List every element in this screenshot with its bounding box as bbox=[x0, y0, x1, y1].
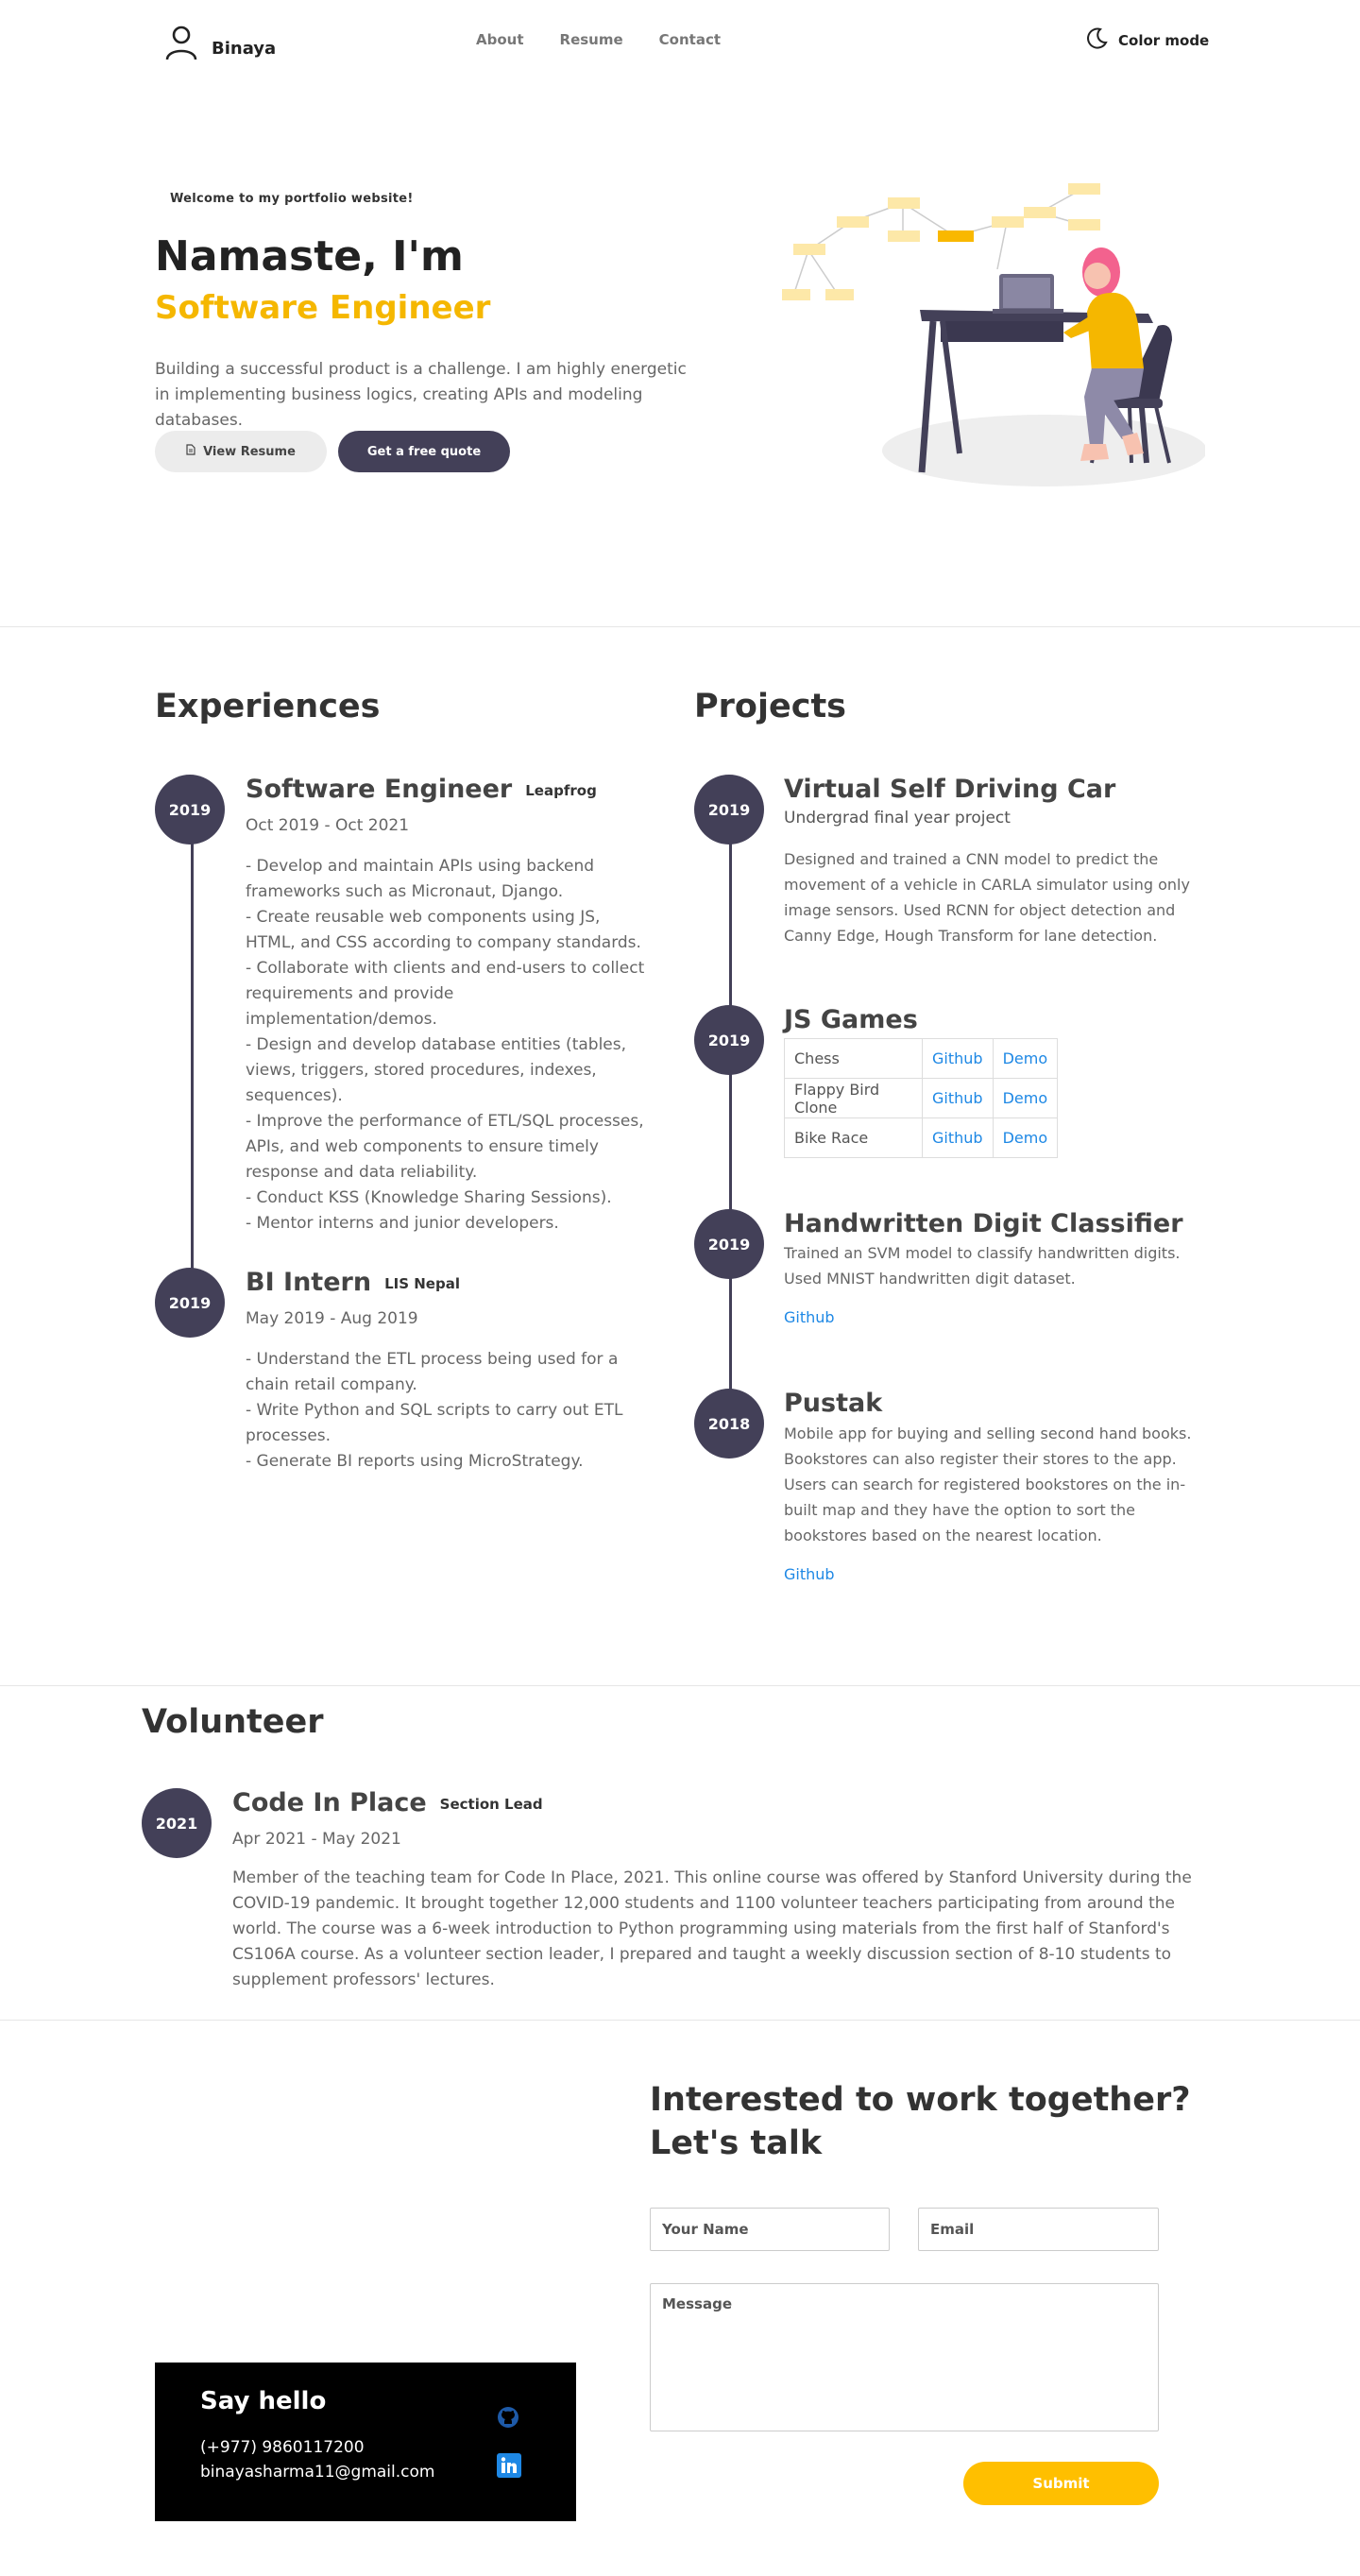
year-badge: 2019 bbox=[694, 1209, 764, 1279]
timeline-line bbox=[729, 810, 732, 1424]
hero-subtitle: Software Engineer bbox=[155, 289, 491, 327]
view-resume-label: View Resume bbox=[203, 444, 296, 459]
games-table: Chess Github Demo Flappy Bird Clone Gith… bbox=[784, 1038, 1059, 1158]
divider bbox=[0, 2020, 1360, 2021]
divider bbox=[0, 1685, 1360, 1686]
experience-dates: Oct 2019 - Oct 2021 bbox=[246, 816, 410, 835]
nav-links: About Resume Contact bbox=[476, 31, 721, 48]
email-input[interactable] bbox=[918, 2208, 1159, 2251]
experience-bullets: - Develop and maintain APIs using backen… bbox=[246, 854, 647, 1237]
say-hello-card: Say hello (+977) 9860117200 binayasharma… bbox=[155, 2363, 576, 2521]
github-link[interactable]: Github bbox=[932, 1129, 983, 1147]
nav-link-about[interactable]: About bbox=[476, 31, 524, 48]
experience-title: Software Engineer Leapfrog bbox=[246, 775, 597, 804]
list-item: - Create reusable web components using J… bbox=[246, 908, 641, 952]
linkedin-icon[interactable] bbox=[497, 2453, 521, 2482]
demo-link[interactable]: Demo bbox=[1003, 1129, 1048, 1147]
nav-link-contact[interactable]: Contact bbox=[659, 31, 721, 48]
year-badge: 2019 bbox=[155, 1268, 225, 1338]
year-badge: 2018 bbox=[694, 1389, 764, 1459]
experience-role: Software Engineer bbox=[246, 775, 513, 804]
experience-bullets: - Understand the ETL process being used … bbox=[246, 1347, 647, 1475]
volunteer-title: Volunteer bbox=[142, 1703, 324, 1741]
game-name: Flappy Bird Clone bbox=[784, 1078, 923, 1118]
project-title: Handwritten Digit Classifier bbox=[784, 1209, 1183, 1238]
demo-link[interactable]: Demo bbox=[1003, 1049, 1048, 1067]
list-item: - Mentor interns and junior developers. bbox=[246, 1214, 559, 1233]
list-item: - Generate BI reports using MicroStrateg… bbox=[246, 1452, 584, 1471]
document-icon bbox=[186, 444, 196, 459]
contact-title: Interested to work together? Let's talk bbox=[650, 2078, 1191, 2165]
list-item: - Develop and maintain APIs using backen… bbox=[246, 857, 595, 901]
list-item: - Conduct KSS (Knowledge Sharing Session… bbox=[246, 1188, 612, 1207]
color-mode-toggle[interactable]: Color mode bbox=[1084, 26, 1209, 55]
nav-link-resume[interactable]: Resume bbox=[560, 31, 623, 48]
contact-title-line2: Let's talk bbox=[650, 2124, 823, 2162]
project-title: JS Games bbox=[784, 1005, 918, 1034]
email-address: binayasharma11@gmail.com bbox=[200, 2463, 435, 2482]
github-link[interactable]: Github bbox=[932, 1049, 983, 1067]
hero-description: Building a successful product is a chall… bbox=[155, 360, 687, 430]
table-row: Flappy Bird Clone Github Demo bbox=[784, 1078, 1059, 1118]
year-badge: 2019 bbox=[155, 775, 225, 844]
list-item: - Improve the performance of ETL/SQL pro… bbox=[246, 1112, 644, 1182]
welcome-text: Welcome to my portfolio website! bbox=[170, 192, 414, 206]
github-link[interactable]: Github bbox=[784, 1565, 835, 1583]
experience-title: BI Intern LIS Nepal bbox=[246, 1268, 460, 1297]
project-description: Mobile app for buying and selling second… bbox=[784, 1424, 1192, 1544]
projects-title: Projects bbox=[694, 688, 847, 725]
year-badge: 2021 bbox=[142, 1788, 212, 1858]
volunteer-role: Section Lead bbox=[439, 1795, 543, 1813]
name-input[interactable] bbox=[650, 2208, 890, 2251]
project-title: Virtual Self Driving Car bbox=[784, 775, 1116, 804]
free-quote-button[interactable]: Get a free quote bbox=[338, 431, 510, 472]
list-item: - Design and develop database entities (… bbox=[246, 1035, 627, 1105]
experience-dates: May 2019 - Aug 2019 bbox=[246, 1309, 418, 1328]
project-title: Pustak bbox=[784, 1389, 883, 1418]
divider bbox=[0, 626, 1360, 627]
color-mode-label: Color mode bbox=[1118, 32, 1210, 49]
brand-name: Binaya bbox=[212, 38, 277, 59]
volunteer-name: Code In Place bbox=[232, 1788, 427, 1817]
moon-icon bbox=[1084, 26, 1109, 55]
hero-title: Namaste, I'm bbox=[155, 232, 464, 281]
volunteer-title-item: Code In Place Section Lead bbox=[232, 1788, 543, 1817]
volunteer-dates: Apr 2021 - May 2021 bbox=[232, 1830, 401, 1849]
view-resume-button[interactable]: View Resume bbox=[155, 431, 327, 472]
submit-button[interactable]: Submit bbox=[963, 2462, 1159, 2505]
project-description: Trained an SVM model to classify handwri… bbox=[784, 1244, 1181, 1288]
table-row: Bike Race Github Demo bbox=[784, 1117, 1059, 1158]
game-name: Chess bbox=[784, 1038, 923, 1079]
github-link[interactable]: Github bbox=[784, 1308, 835, 1326]
year-badge: 2019 bbox=[694, 775, 764, 844]
demo-link[interactable]: Demo bbox=[1003, 1089, 1048, 1107]
list-item: - Collaborate with clients and end-users… bbox=[246, 959, 645, 1029]
list-item: - Understand the ETL process being used … bbox=[246, 1350, 619, 1394]
message-textarea[interactable] bbox=[650, 2283, 1159, 2431]
github-icon[interactable] bbox=[497, 2406, 519, 2432]
contact-title-line1: Interested to work together? bbox=[650, 2081, 1191, 2119]
timeline-line bbox=[191, 810, 194, 1277]
user-icon bbox=[162, 24, 200, 65]
game-name: Bike Race bbox=[784, 1117, 923, 1158]
project-description: Designed and trained a CNN model to pred… bbox=[784, 850, 1190, 945]
experience-role: BI Intern bbox=[246, 1268, 372, 1297]
experiences-title: Experiences bbox=[155, 688, 381, 725]
project-subtitle: Undergrad final year project bbox=[784, 809, 1011, 827]
experience-company: LIS Nepal bbox=[384, 1274, 460, 1292]
list-item: - Write Python and SQL scripts to carry … bbox=[246, 1401, 623, 1445]
phone-number: (+977) 9860117200 bbox=[200, 2438, 365, 2457]
brand-link[interactable]: Binaya bbox=[162, 24, 276, 65]
hero-illustration bbox=[780, 179, 1207, 504]
github-link[interactable]: Github bbox=[932, 1089, 983, 1107]
volunteer-description: Member of the teaching team for Code In … bbox=[232, 1868, 1192, 1989]
experience-company: Leapfrog bbox=[525, 781, 597, 799]
navbar: Binaya About Resume Contact Color mode bbox=[0, 0, 1360, 85]
say-hello-title: Say hello bbox=[200, 2387, 327, 2415]
table-row: Chess Github Demo bbox=[784, 1038, 1059, 1079]
year-badge: 2019 bbox=[694, 1005, 764, 1075]
